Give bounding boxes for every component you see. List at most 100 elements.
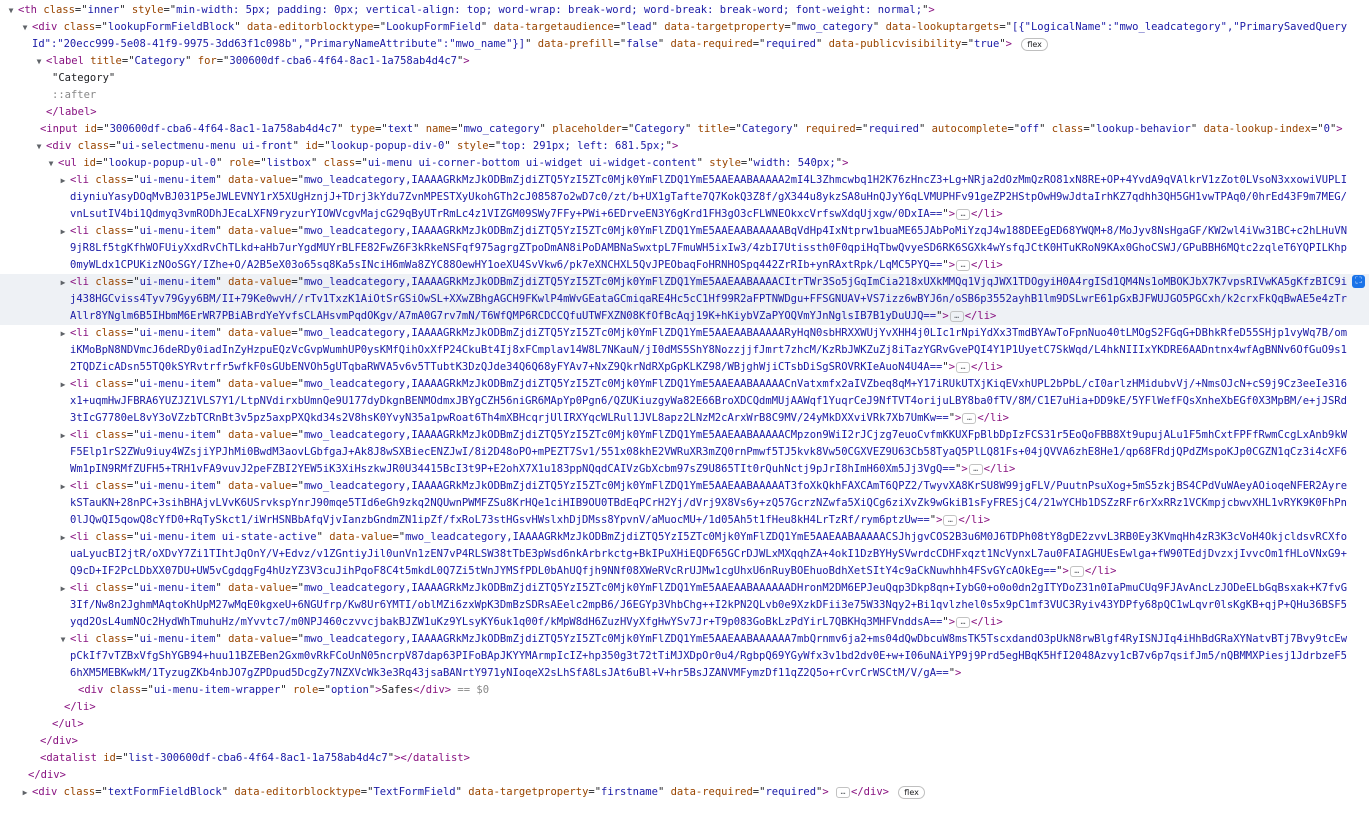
node-div-close[interactable]: </div> — [0, 733, 1369, 750]
attr-name: data-value — [228, 174, 292, 186]
flex-badge[interactable]: flex — [898, 785, 925, 799]
node-ul-close[interactable]: </ul> — [0, 716, 1369, 733]
node-text-block[interactable]: ▶ <div class="textFormFieldBlock" data-e… — [0, 784, 1369, 801]
menu-item-row[interactable]: ▶ <li class="ui-menu-item" data-value="mw… — [0, 376, 1369, 427]
ellipsis-icon[interactable]: … — [943, 514, 958, 526]
bracket: </ — [977, 412, 991, 424]
bracket: > — [948, 616, 956, 628]
attr-eq: " — [215, 582, 222, 594]
node-input[interactable]: <input id="300600df-cba6-4f64-8ac1-1a758… — [0, 121, 1369, 138]
expand-icon[interactable]: ▶ — [58, 529, 68, 546]
attr-name: id — [305, 140, 318, 152]
node-label-after[interactable]: ::after — [0, 87, 1369, 104]
tag-name: label — [52, 55, 84, 67]
attr-name: class — [77, 140, 110, 152]
menu-item-row[interactable]: ▶ <li class="ui-menu-item" data-value="mw… — [0, 223, 1369, 274]
collapse-icon[interactable]: ▼ — [20, 19, 30, 36]
menu-item-row[interactable]: ▶ <li class="ui-menu-item" data-value="mw… — [0, 325, 1369, 376]
bracket: > — [71, 735, 78, 747]
expand-icon[interactable]: ▶ — [58, 376, 68, 393]
node-label[interactable]: ▼ <label title="Category" for="300600df-… — [0, 53, 1369, 70]
tag-name: ul — [64, 718, 78, 730]
attr-eq: " — [413, 123, 420, 135]
attr-value: Category — [741, 123, 793, 135]
node-div-close-outer[interactable]: </div> — [0, 767, 1369, 784]
elements-tree: ▼ <th class="inner" style="min-width: 5p… — [0, 0, 1369, 801]
flex-badge[interactable]: flex — [1021, 37, 1048, 51]
selected-marker: == $0 — [457, 684, 490, 696]
expand-icon[interactable]: ▶ — [58, 478, 68, 495]
ellipsis-icon[interactable]: … — [962, 412, 977, 424]
node-li-close[interactable]: </li> — [0, 699, 1369, 716]
expand-icon[interactable]: ▶ — [58, 427, 68, 444]
attr-name: data-value — [329, 531, 393, 543]
attr-eq: =" — [115, 752, 129, 764]
expand-icon[interactable]: ▶ — [58, 274, 68, 291]
attr-name: data-targetaudience — [493, 21, 614, 33]
node-label-text[interactable]: "Category" — [0, 70, 1369, 87]
ellipsis-icon[interactable]: … — [956, 616, 971, 628]
attr-eq: " — [310, 157, 318, 169]
tag-name: li — [977, 310, 991, 322]
open-tag: <li class="ui-menu-item" data-value="mwo… — [70, 633, 1347, 679]
menu-item-row[interactable]: ▶ <li class="ui-menu-item ui-state-active… — [0, 529, 1369, 580]
collapse-icon[interactable]: ▼ — [34, 53, 44, 70]
expand-icon[interactable]: ▶ — [20, 784, 30, 801]
attr-eq: " — [215, 174, 222, 186]
node-lookup-block[interactable]: ▼ <div class="lookupFormFieldBlock" data… — [0, 19, 1369, 53]
expand-icon[interactable]: ▶ — [58, 580, 68, 597]
bracket: > — [671, 140, 679, 152]
ellipsis-icon[interactable]: … — [1069, 565, 1084, 577]
attr-eq: =" — [1310, 123, 1324, 135]
expand-icon[interactable]: ▶ — [58, 223, 68, 240]
attr-eq: =" — [961, 38, 975, 50]
attr-value: list-300600df-cba6-4f64-8ac1-1a758ab4d4c… — [128, 752, 388, 764]
text-node: "Category" — [52, 72, 116, 84]
expand-icon[interactable]: ▶ — [58, 325, 68, 342]
attr-eq: " — [119, 4, 126, 16]
tag-name: label — [58, 106, 91, 118]
menu-item-row[interactable]: ▶ <li class="ui-menu-item" data-value="mw… — [0, 427, 1369, 478]
attr-value: lookup-behavior — [1096, 123, 1191, 135]
tag-name: th — [24, 4, 37, 16]
ellipsis-icon[interactable]: … — [968, 463, 983, 475]
node-option-wrapper[interactable]: <div class="ui-menu-item-wrapper" role="… — [0, 682, 1369, 699]
node-th[interactable]: ▼ <th class="inner" style="min-width: 5p… — [0, 2, 1369, 19]
ellipsis-icon[interactable]: … — [836, 786, 851, 798]
attr-name: data-lookup-index — [1203, 123, 1311, 135]
ellipsis-icon[interactable]: … — [956, 208, 971, 220]
collapse-icon[interactable]: ▼ — [34, 138, 44, 155]
menu-items: ▶ <li class="ui-menu-item" data-value="mw… — [0, 172, 1369, 682]
attr-name: class — [63, 786, 96, 798]
bracket: > — [822, 786, 829, 798]
ellipsis-icon[interactable]: … — [956, 259, 971, 271]
collapse-icon[interactable]: ▼ — [46, 155, 56, 172]
attr-eq: =" — [752, 38, 766, 50]
attr-name: class — [95, 174, 127, 186]
bracket: > — [842, 157, 849, 169]
menu-item-row[interactable]: ▶ <li class="ui-menu-item" data-value="mw… — [0, 274, 1369, 325]
menu-item-row[interactable]: ▶ <li class="ui-menu-item" data-value="mw… — [0, 172, 1369, 223]
tag-name: li — [76, 531, 89, 543]
attr-eq: " — [872, 21, 880, 33]
collapse-icon[interactable]: ▼ — [58, 631, 68, 648]
tag-name: datalist — [46, 752, 97, 764]
element-picker-icon[interactable]: ⛶ — [1352, 275, 1365, 288]
menu-item-row[interactable]: ▶ <li class="ui-menu-item" data-value="mw… — [0, 580, 1369, 631]
collapse-icon[interactable]: ▼ — [6, 2, 16, 19]
expand-icon[interactable]: ▶ — [58, 172, 68, 189]
attr-eq: =" — [74, 4, 88, 16]
attr-eq: =" — [588, 786, 602, 798]
menu-item-row[interactable]: ▶ <li class="ui-menu-item" data-value="mw… — [0, 478, 1369, 529]
ellipsis-icon[interactable]: … — [949, 310, 964, 322]
bracket: > — [983, 514, 991, 526]
node-datalist[interactable]: <datalist id="list-300600df-cba6-4f64-8a… — [0, 750, 1369, 767]
ellipsis-icon[interactable]: … — [956, 361, 971, 373]
node-ul[interactable]: ▼ <ul id="lookup-popup-ul-0" role="listb… — [0, 155, 1369, 172]
node-label-close[interactable]: </label> — [0, 104, 1369, 121]
attr-value: TextFormField — [373, 786, 456, 798]
bracket: </ — [40, 735, 53, 747]
attr-eq: =" — [729, 123, 742, 135]
menu-item-row[interactable]: ▼ <li class="ui-menu-item" data-value="mw… — [0, 631, 1369, 682]
node-popup-div[interactable]: ▼ <div class="ui-selectmenu-menu ui-fron… — [0, 138, 1369, 155]
